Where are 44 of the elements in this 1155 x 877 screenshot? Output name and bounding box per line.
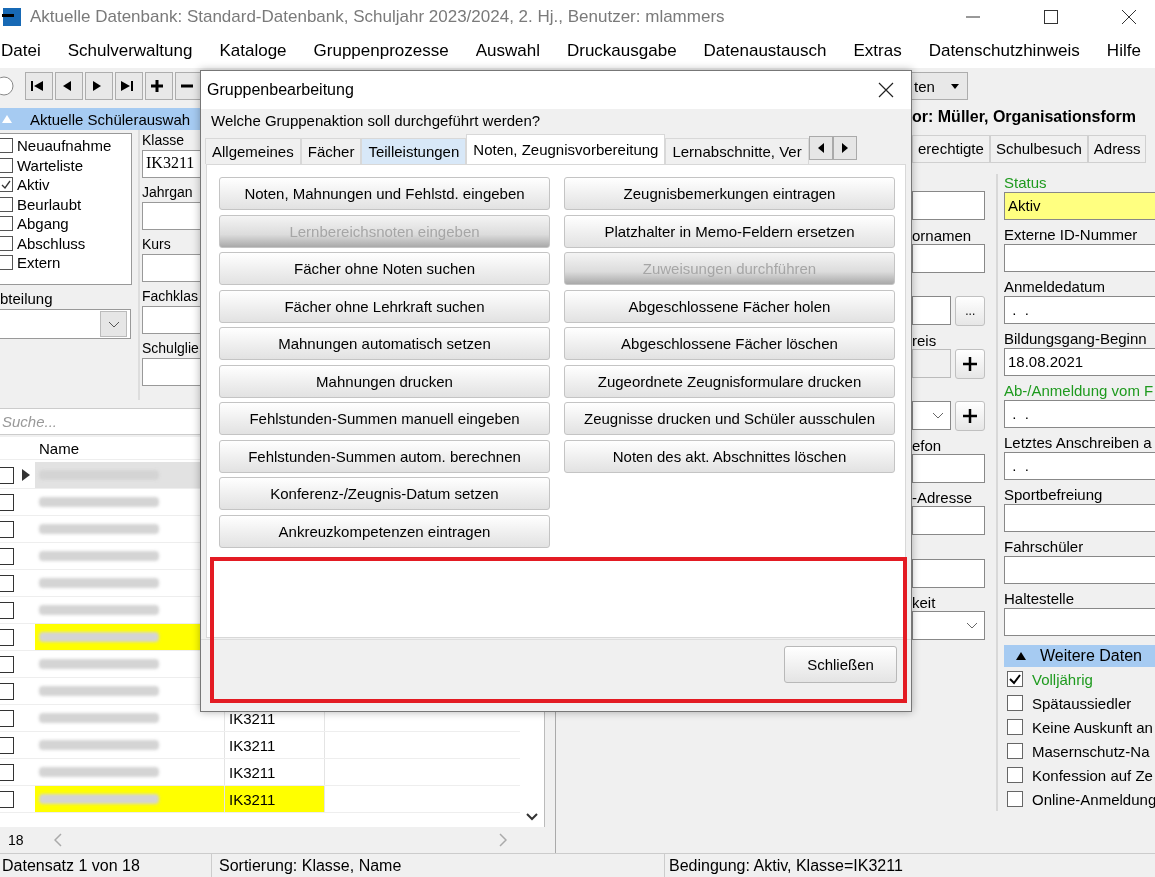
- field-label: Klasse: [142, 131, 185, 150]
- field-label: bteilung: [0, 290, 54, 307]
- status-text: Bedingung: Aktiv, Klasse=IK3211: [668, 856, 903, 876]
- field-label: Fachklas: [142, 287, 199, 306]
- group-label: Welche Gruppenaktion soll durchgeführt werden?: [211, 112, 542, 131]
- checkbox-label: Extern: [17, 254, 61, 272]
- checkbox-label: Volljährig: [1032, 670, 1093, 688]
- section-title: Weitere Daten: [1040, 647, 1142, 665]
- section-title: Aktuelle Schülerauswah: [30, 110, 191, 128]
- checkbox-label: Abgang: [17, 215, 69, 233]
- checkbox-label: Warteliste: [17, 156, 84, 174]
- status-text: Sortierung: Klasse, Name: [212, 854, 665, 877]
- dialog-title: Gruppenbearbeitung: [207, 81, 354, 99]
- field-label: efon: [912, 436, 943, 454]
- field-label: Letztes Anschreiben a: [1004, 434, 1153, 452]
- field-label: -Adresse: [912, 489, 974, 506]
- field-label: Haltestelle: [1004, 590, 1076, 608]
- field-label: Ab-/Anmeldung vom F: [1004, 382, 1155, 400]
- checkbox-label: Keine Auskunft an: [1032, 718, 1153, 736]
- checkbox-label: Abschluss: [17, 234, 86, 252]
- checkbox-label: Masernschutz-Na: [1032, 742, 1150, 760]
- checkbox-label: Beurlaubt: [17, 195, 82, 213]
- checkbox-label: Spätaussiedler: [1032, 694, 1132, 712]
- field-label: Sportbefreiung: [1004, 486, 1104, 504]
- checkbox-label: Konfession auf Ze: [1032, 766, 1153, 784]
- field-label: Anmeldedatum: [1004, 278, 1106, 296]
- table-cell: IK3211: [225, 786, 325, 812]
- field-label: Bildungsgang-Beginn: [1004, 330, 1148, 348]
- field-label: Externe ID-Nummer: [1004, 226, 1139, 244]
- field-label: reis: [912, 331, 938, 349]
- record-title: or: Müller, Organisationsform: [912, 108, 1138, 127]
- field-label: Jahrgan: [142, 183, 193, 202]
- field-label: keit: [912, 594, 937, 611]
- status-text: Datensatz 1 von 18: [0, 854, 212, 877]
- checkbox-label: Online-Anmeldung: [1032, 790, 1155, 808]
- field-label: Schulglie: [142, 339, 199, 358]
- field-label: Status: [1004, 174, 1048, 192]
- window-title: Aktuelle Datenbank: Standard-Datenbank, Schuljahr 2023/2024, 2. Hj., Benutzer: mlammers: [30, 7, 725, 27]
- checkbox-label: Neuaufnahme: [17, 137, 112, 155]
- checkbox-label: Aktiv: [17, 176, 50, 194]
- field-label: Kurs: [142, 235, 171, 254]
- field-label: Fahrschüler: [1004, 538, 1085, 556]
- field-label: ornamen: [912, 226, 973, 244]
- record-count: 18: [8, 832, 24, 848]
